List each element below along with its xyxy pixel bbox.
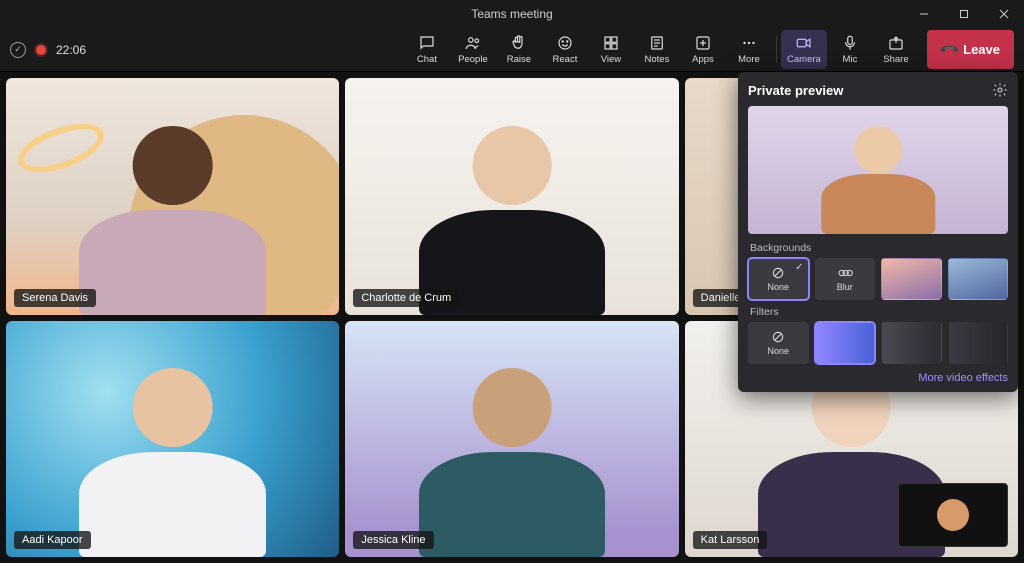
self-view-thumbnail[interactable] [898,483,1008,547]
backgrounds-row: ✓ None Blur [748,258,1008,300]
none-icon [771,330,785,344]
people-button[interactable]: People [450,30,496,69]
mic-button[interactable]: Mic [827,30,873,69]
apps-icon [694,34,712,52]
more-button[interactable]: More [726,30,772,69]
participant-name: Serena Davis [14,289,96,307]
participant-tile[interactable]: Jessica Kline [345,321,678,558]
participant-tile[interactable]: Charlotte de Crum [345,78,678,315]
check-icon: ✓ [795,262,803,273]
panel-settings-button[interactable] [992,82,1008,98]
share-icon [887,34,905,52]
camera-icon [795,34,813,52]
background-blur[interactable]: Blur [815,258,876,300]
notes-button[interactable]: Notes [634,30,680,69]
participant-name: Jessica Kline [353,531,433,549]
title-bar: Teams meeting [0,0,1024,28]
background-option-2[interactable] [948,258,1009,300]
participant-video [395,113,628,314]
raise-hand-icon [510,34,528,52]
chat-button[interactable]: Chat [404,30,450,69]
chat-icon [418,34,436,52]
participant-video [395,356,628,557]
more-icon [740,34,758,52]
window-maximize-button[interactable] [944,0,984,28]
notes-icon [648,34,666,52]
meeting-toolbar: ✓ 22:06 Chat People Raise React View Not… [0,28,1024,72]
share-button[interactable]: Share [873,30,919,69]
react-icon [556,34,574,52]
participant-video [56,356,289,557]
participant-name: Kat Larsson [693,531,768,549]
filters-row: None [748,322,1008,364]
video-stage: Serena Davis Charlotte de Crum Danielle … [0,72,1024,563]
camera-button[interactable]: Camera [781,30,827,69]
mic-icon [841,34,859,52]
background-none[interactable]: ✓ None [748,258,809,300]
participant-tile[interactable]: Aadi Kapoor [6,321,339,558]
blur-icon [837,266,853,280]
shield-icon: ✓ [10,42,26,58]
filter-option-3[interactable] [948,322,1009,364]
camera-preview [748,106,1008,234]
filter-option-1[interactable] [815,322,876,364]
panel-title: Private preview [748,83,843,98]
self-avatar [937,499,969,531]
apps-button[interactable]: Apps [680,30,726,69]
participant-name: Charlotte de Crum [353,289,459,307]
view-icon [602,34,620,52]
private-preview-panel: Private preview Backgrounds ✓ None Blur … [738,72,1018,392]
filter-option-2[interactable] [881,322,942,364]
window-close-button[interactable] [984,0,1024,28]
more-video-effects-link[interactable]: More video effects [748,370,1008,384]
filters-section-label: Filters [750,306,1008,318]
background-option-1[interactable] [881,258,942,300]
people-icon [464,34,482,52]
raise-hand-button[interactable]: Raise [496,30,542,69]
window-minimize-button[interactable] [904,0,944,28]
leave-button[interactable]: 📞 Leave [927,30,1014,69]
hangup-icon: 📞 [938,38,961,61]
filter-none[interactable]: None [748,322,809,364]
gear-icon [992,82,1008,98]
recording-indicator-icon [36,45,46,55]
toolbar-separator [776,36,777,63]
participant-tile[interactable]: Serena Davis [6,78,339,315]
backgrounds-section-label: Backgrounds [750,242,1008,254]
participant-video [56,113,289,314]
none-icon [771,266,785,280]
window-title: Teams meeting [471,7,552,21]
view-button[interactable]: View [588,30,634,69]
toolbar-actions: Chat People Raise React View Notes Apps [404,30,1014,69]
participant-name: Aadi Kapoor [14,531,91,549]
react-button[interactable]: React [542,30,588,69]
meeting-timer: 22:06 [56,43,86,57]
window-controls [904,0,1024,28]
